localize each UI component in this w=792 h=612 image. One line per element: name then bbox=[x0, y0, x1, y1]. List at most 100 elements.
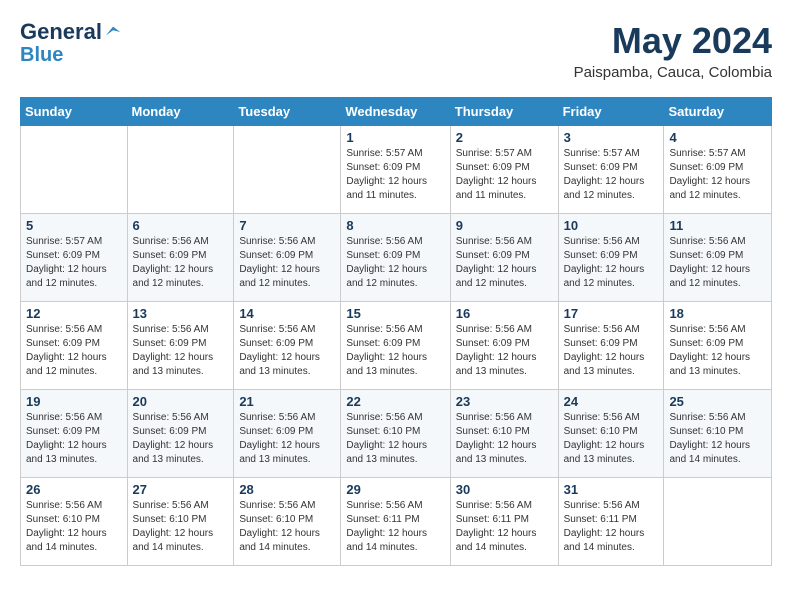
day-info: Sunrise: 5:56 AMSunset: 6:09 PMDaylight:… bbox=[456, 235, 553, 291]
calendar-week-row: 5 Sunrise: 5:57 AMSunset: 6:09 PMDaylight… bbox=[21, 214, 772, 302]
day-info: Sunrise: 5:56 AMSunset: 6:09 PMDaylight:… bbox=[133, 323, 229, 379]
calendar-cell: 24 Sunrise: 5:56 AMSunset: 6:10 PMDayligh… bbox=[558, 390, 664, 478]
day-info: Sunrise: 5:56 AMSunset: 6:10 PMDaylight:… bbox=[669, 411, 766, 467]
calendar-cell: 10 Sunrise: 5:56 AMSunset: 6:09 PMDayligh… bbox=[558, 214, 664, 302]
day-number: 22 bbox=[346, 394, 444, 409]
day-number: 27 bbox=[133, 482, 229, 497]
day-info: Sunrise: 5:56 AMSunset: 6:10 PMDaylight:… bbox=[564, 411, 659, 467]
calendar-cell: 9Sunrise: 5:56 AMSunset: 6:09 PMDaylight… bbox=[450, 214, 558, 302]
location: Paispamba, Cauca, Colombia bbox=[574, 64, 772, 81]
day-info: Sunrise: 5:56 AMSunset: 6:09 PMDaylight:… bbox=[26, 411, 122, 467]
day-number: 14 bbox=[239, 306, 335, 321]
month-title: May 2024 bbox=[574, 20, 772, 62]
weekday-header-wednesday: Wednesday bbox=[341, 98, 450, 126]
calendar-week-row: 12Sunrise: 5:56 AMSunset: 6:09 PMDayligh… bbox=[21, 302, 772, 390]
day-number: 5 bbox=[26, 218, 122, 233]
day-number: 30 bbox=[456, 482, 553, 497]
calendar-cell: 4 Sunrise: 5:57 AMSunset: 6:09 PMDaylight… bbox=[664, 126, 772, 214]
logo: General Blue bbox=[20, 20, 122, 66]
calendar-cell: 16 Sunrise: 5:56 AMSunset: 6:09 PMDayligh… bbox=[450, 302, 558, 390]
calendar-cell: 31 Sunrise: 5:56 AMSunset: 6:11 PMDayligh… bbox=[558, 478, 664, 566]
day-number: 19 bbox=[26, 394, 122, 409]
day-number: 10 bbox=[564, 218, 659, 233]
day-number: 15 bbox=[346, 306, 444, 321]
day-info: Sunrise: 5:56 AMSunset: 6:09 PMDaylight:… bbox=[564, 323, 659, 379]
day-number: 24 bbox=[564, 394, 659, 409]
weekday-header-saturday: Saturday bbox=[664, 98, 772, 126]
day-info: Sunrise: 5:56 AMSunset: 6:09 PMDaylight:… bbox=[669, 323, 766, 379]
calendar-cell: 30 Sunrise: 5:56 AMSunset: 6:11 PMDayligh… bbox=[450, 478, 558, 566]
day-info: Sunrise: 5:56 AMSunset: 6:09 PMDaylight:… bbox=[456, 323, 553, 379]
calendar-cell: 23 Sunrise: 5:56 AMSunset: 6:10 PMDayligh… bbox=[450, 390, 558, 478]
day-number: 26 bbox=[26, 482, 122, 497]
day-info: Sunrise: 5:56 AMSunset: 6:09 PMDaylight:… bbox=[133, 235, 229, 291]
day-number: 25 bbox=[669, 394, 766, 409]
day-number: 6 bbox=[133, 218, 229, 233]
day-info: Sunrise: 5:56 AMSunset: 6:11 PMDaylight:… bbox=[564, 499, 659, 555]
weekday-header-thursday: Thursday bbox=[450, 98, 558, 126]
day-info: Sunrise: 5:56 AMSunset: 6:10 PMDaylight:… bbox=[346, 411, 444, 467]
calendar-cell: 13Sunrise: 5:56 AMSunset: 6:09 PMDayligh… bbox=[127, 302, 234, 390]
day-info: Sunrise: 5:57 AMSunset: 6:09 PMDaylight:… bbox=[564, 147, 659, 203]
day-info: Sunrise: 5:56 AMSunset: 6:09 PMDaylight:… bbox=[239, 323, 335, 379]
calendar-cell: 26Sunrise: 5:56 AMSunset: 6:10 PMDayligh… bbox=[21, 478, 128, 566]
day-info: Sunrise: 5:56 AMSunset: 6:11 PMDaylight:… bbox=[456, 499, 553, 555]
calendar-cell bbox=[21, 126, 128, 214]
calendar-cell: 7 Sunrise: 5:56 AMSunset: 6:09 PMDaylight… bbox=[234, 214, 341, 302]
day-number: 7 bbox=[239, 218, 335, 233]
calendar-cell: 17 Sunrise: 5:56 AMSunset: 6:09 PMDayligh… bbox=[558, 302, 664, 390]
day-info: Sunrise: 5:56 AMSunset: 6:09 PMDaylight:… bbox=[346, 323, 444, 379]
day-number: 2 bbox=[456, 130, 553, 145]
calendar-cell: 6 Sunrise: 5:56 AMSunset: 6:09 PMDaylight… bbox=[127, 214, 234, 302]
day-number: 29 bbox=[346, 482, 444, 497]
calendar-cell: 22 Sunrise: 5:56 AMSunset: 6:10 PMDayligh… bbox=[341, 390, 450, 478]
calendar-cell bbox=[234, 126, 341, 214]
day-number: 23 bbox=[456, 394, 553, 409]
logo-text-general: General bbox=[20, 20, 102, 44]
calendar-cell: 5 Sunrise: 5:57 AMSunset: 6:09 PMDaylight… bbox=[21, 214, 128, 302]
day-number: 11 bbox=[669, 218, 766, 233]
day-number: 18 bbox=[669, 306, 766, 321]
day-info: Sunrise: 5:56 AMSunset: 6:09 PMDaylight:… bbox=[346, 235, 444, 291]
calendar-cell: 28 Sunrise: 5:56 AMSunset: 6:10 PMDayligh… bbox=[234, 478, 341, 566]
calendar-cell: 21 Sunrise: 5:56 AMSunset: 6:09 PMDayligh… bbox=[234, 390, 341, 478]
day-info: Sunrise: 5:56 AMSunset: 6:09 PMDaylight:… bbox=[133, 411, 229, 467]
calendar-cell: 11Sunrise: 5:56 AMSunset: 6:09 PMDayligh… bbox=[664, 214, 772, 302]
day-number: 3 bbox=[564, 130, 659, 145]
calendar-week-row: 1Sunrise: 5:57 AMSunset: 6:09 PMDaylight… bbox=[21, 126, 772, 214]
day-info: Sunrise: 5:56 AMSunset: 6:09 PMDaylight:… bbox=[239, 411, 335, 467]
calendar-cell: 27Sunrise: 5:56 AMSunset: 6:10 PMDayligh… bbox=[127, 478, 234, 566]
weekday-header-monday: Monday bbox=[127, 98, 234, 126]
weekday-header-tuesday: Tuesday bbox=[234, 98, 341, 126]
calendar-cell bbox=[127, 126, 234, 214]
calendar-cell: 12Sunrise: 5:56 AMSunset: 6:09 PMDayligh… bbox=[21, 302, 128, 390]
day-info: Sunrise: 5:56 AMSunset: 6:10 PMDaylight:… bbox=[456, 411, 553, 467]
day-info: Sunrise: 5:57 AMSunset: 6:09 PMDaylight:… bbox=[346, 147, 444, 203]
day-number: 16 bbox=[456, 306, 553, 321]
calendar-cell: 3 Sunrise: 5:57 AMSunset: 6:09 PMDaylight… bbox=[558, 126, 664, 214]
day-info: Sunrise: 5:56 AMSunset: 6:09 PMDaylight:… bbox=[564, 235, 659, 291]
day-number: 21 bbox=[239, 394, 335, 409]
calendar-cell: 19 Sunrise: 5:56 AMSunset: 6:09 PMDayligh… bbox=[21, 390, 128, 478]
calendar-cell: 8 Sunrise: 5:56 AMSunset: 6:09 PMDaylight… bbox=[341, 214, 450, 302]
day-info: Sunrise: 5:56 AMSunset: 6:10 PMDaylight:… bbox=[239, 499, 335, 555]
calendar-cell: 18 Sunrise: 5:56 AMSunset: 6:09 PMDayligh… bbox=[664, 302, 772, 390]
day-number: 28 bbox=[239, 482, 335, 497]
calendar-week-row: 19 Sunrise: 5:56 AMSunset: 6:09 PMDayligh… bbox=[21, 390, 772, 478]
logo-text-blue: Blue bbox=[20, 44, 122, 66]
day-number: 8 bbox=[346, 218, 444, 233]
calendar-header: SundayMondayTuesdayWednesdayThursdayFrid… bbox=[21, 98, 772, 126]
day-number: 31 bbox=[564, 482, 659, 497]
day-number: 4 bbox=[669, 130, 766, 145]
calendar-cell: 29Sunrise: 5:56 AMSunset: 6:11 PMDayligh… bbox=[341, 478, 450, 566]
day-number: 17 bbox=[564, 306, 659, 321]
day-number: 20 bbox=[133, 394, 229, 409]
weekday-header-friday: Friday bbox=[558, 98, 664, 126]
calendar-week-row: 26 Sunrise: 5:56 AMSunset: 6:10 PMDayligh… bbox=[21, 478, 772, 566]
day-info: Sunrise: 5:57 AMSunset: 6:09 PMDaylight:… bbox=[26, 235, 122, 291]
calendar-body: 1Sunrise: 5:57 AMSunset: 6:09 PMDaylight… bbox=[21, 126, 772, 566]
calendar-cell: 14 Sunrise: 5:56 AMSunset: 6:09 PMDayligh… bbox=[234, 302, 341, 390]
calendar-cell: 25 Sunrise: 5:56 AMSunset: 6:10 PMDayligh… bbox=[664, 390, 772, 478]
day-info: Sunrise: 5:57 AMSunset: 6:09 PMDaylight:… bbox=[669, 147, 766, 203]
day-info: Sunrise: 5:56 AMSunset: 6:09 PMDaylight:… bbox=[239, 235, 335, 291]
